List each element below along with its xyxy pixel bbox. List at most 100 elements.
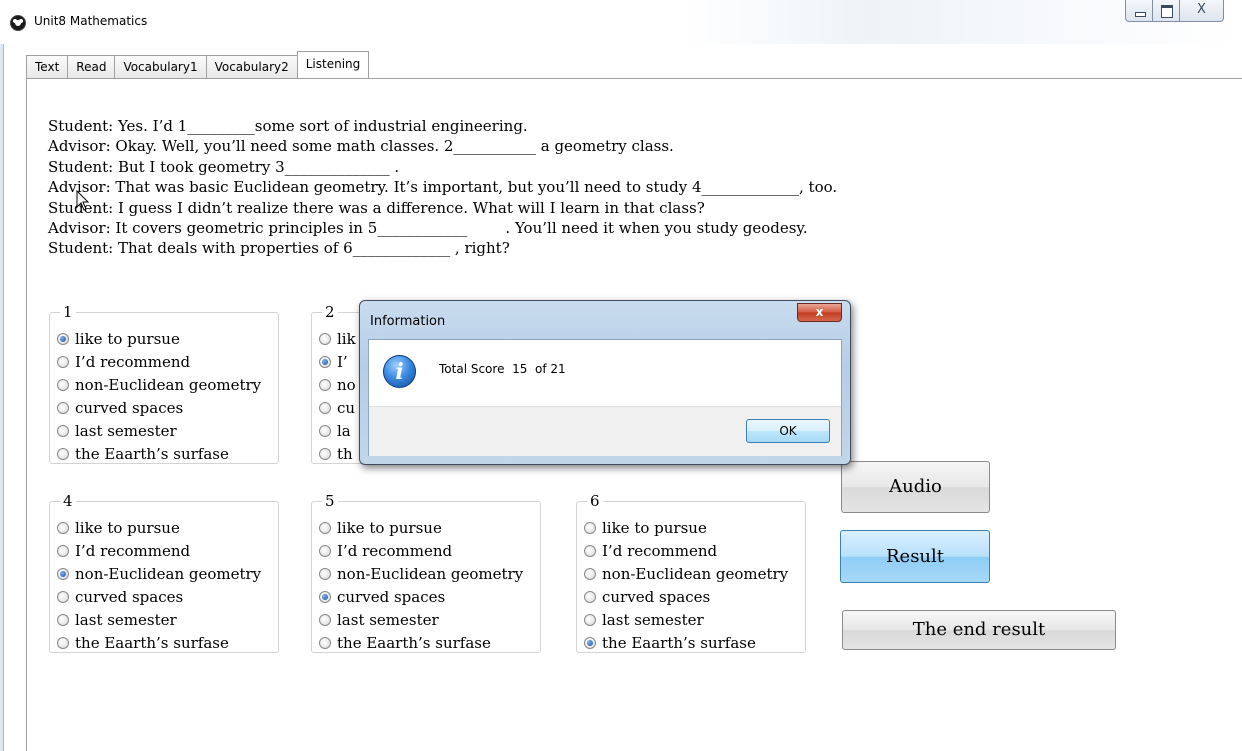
option-radio[interactable]: non-Euclidean geometry <box>57 565 261 583</box>
option-radio[interactable]: no <box>319 376 356 394</box>
passage-line: Student: I guess I didn’t realize there … <box>48 198 705 217</box>
tab-listening[interactable]: Listening <box>296 51 370 78</box>
radio-icon <box>57 568 69 580</box>
option-radio[interactable]: last semester <box>57 611 177 629</box>
maximize-icon[interactable] <box>1153 0 1180 22</box>
option-label: like to pursue <box>75 519 180 537</box>
minimize-icon[interactable] <box>1125 0 1153 22</box>
score-message: Total Score 15 of 21 <box>439 362 566 376</box>
option-radio[interactable]: the Eaarth’s surfase <box>319 634 491 652</box>
option-label: non-Euclidean geometry <box>337 565 524 583</box>
option-label: non-Euclidean geometry <box>75 565 262 583</box>
end-result-button[interactable]: The end result <box>842 610 1116 650</box>
option-radio[interactable]: th <box>319 445 353 463</box>
option-radio[interactable]: non-Euclidean geometry <box>57 376 261 394</box>
question-group-6: 6 like to pursue I’d recommend non-Eucli… <box>576 492 806 653</box>
option-label: last semester <box>75 422 177 440</box>
close-icon: X <box>1197 2 1206 17</box>
dialog-title: Information <box>370 314 446 329</box>
radio-icon <box>57 425 69 437</box>
option-label: I’d recommend <box>337 542 453 560</box>
radio-icon <box>319 568 331 580</box>
option-label: like to pursue <box>337 519 442 537</box>
result-button[interactable]: Result <box>840 530 990 583</box>
option-label: curved spaces <box>337 588 446 606</box>
option-radio[interactable]: curved spaces <box>584 588 710 606</box>
option-label: lik <box>337 330 356 348</box>
title-bar: Unit8 Mathematics X <box>0 0 1242 44</box>
option-radio[interactable]: cu <box>319 399 355 417</box>
radio-icon <box>584 568 596 580</box>
option-radio[interactable]: non-Euclidean geometry <box>319 565 523 583</box>
option-radio[interactable]: I’d recommend <box>319 542 452 560</box>
option-radio[interactable]: non-Euclidean geometry <box>584 565 788 583</box>
option-label: I’d recommend <box>75 542 191 560</box>
option-radio[interactable]: last semester <box>319 611 439 629</box>
option-radio[interactable]: like to pursue <box>57 519 180 537</box>
radio-icon <box>57 545 69 557</box>
option-radio[interactable]: like to pursue <box>319 519 442 537</box>
option-radio[interactable]: lik <box>319 330 356 348</box>
dialogue-passage: Student: Yes. I’d 1_________some sort of… <box>48 116 837 259</box>
option-radio[interactable]: like to pursue <box>57 330 180 348</box>
option-label: no <box>337 376 356 394</box>
radio-icon <box>319 379 331 391</box>
radio-icon <box>319 522 331 534</box>
group-label: 6 <box>587 492 603 510</box>
option-radio[interactable]: I’d recommend <box>57 353 190 371</box>
radio-icon <box>57 448 69 460</box>
dialog-body: i Total Score 15 of 21 OK <box>368 339 842 456</box>
option-radio[interactable]: I’d recommend <box>584 542 717 560</box>
close-window-button[interactable]: X <box>1180 0 1224 22</box>
option-label: cu <box>337 399 356 417</box>
question-group-4: 4 like to pursue I’d recommend non-Eucli… <box>49 492 279 653</box>
option-label: like to pursue <box>602 519 707 537</box>
option-label: non-Euclidean geometry <box>602 565 789 583</box>
option-radio[interactable]: curved spaces <box>57 588 183 606</box>
ok-button[interactable]: OK <box>746 419 830 443</box>
passage-line: Advisor: It covers geometric principles … <box>48 219 808 238</box>
radio-icon <box>319 614 331 626</box>
option-radio[interactable]: last semester <box>584 611 704 629</box>
option-radio[interactable]: the Eaarth’s surfase <box>57 634 229 652</box>
passage-line: Advisor: Okay. Well, you’ll need some ma… <box>48 137 674 156</box>
window-controls: X <box>1125 0 1224 22</box>
option-radio[interactable]: like to pursue <box>584 519 707 537</box>
radio-icon <box>319 425 331 437</box>
option-radio[interactable]: la <box>319 422 351 440</box>
option-radio[interactable]: I’ <box>319 353 348 371</box>
radio-icon <box>57 614 69 626</box>
audio-button[interactable]: Audio <box>841 461 990 513</box>
passage-line: Student: Yes. I’d 1_________some sort of… <box>48 117 528 135</box>
option-label: the Eaarth’s surfase <box>602 634 756 652</box>
option-label: I’ <box>337 353 348 371</box>
radio-icon <box>319 333 331 345</box>
option-label: th <box>337 445 353 463</box>
option-radio[interactable]: I’d recommend <box>57 542 190 560</box>
option-radio[interactable]: curved spaces <box>57 399 183 417</box>
tab-vocabulary1[interactable]: Vocabulary1 <box>114 55 207 78</box>
radio-icon <box>57 356 69 368</box>
passage-line: Student: That deals with properties of 6… <box>48 239 510 258</box>
radio-icon <box>319 591 331 603</box>
option-radio[interactable]: last semester <box>57 422 177 440</box>
option-label: last semester <box>337 611 439 629</box>
tab-text[interactable]: Text <box>26 55 69 78</box>
radio-icon <box>319 448 331 460</box>
radio-icon <box>584 614 596 626</box>
radio-icon <box>584 591 596 603</box>
option-radio[interactable]: the Eaarth’s surfase <box>584 634 756 652</box>
option-radio[interactable]: the Eaarth’s surfase <box>57 445 229 463</box>
question-group-5: 5 like to pursue I’d recommend non-Eucli… <box>311 492 541 653</box>
dialog-footer: OK <box>369 406 841 456</box>
radio-icon <box>319 545 331 557</box>
option-radio[interactable]: curved spaces <box>319 588 445 606</box>
tab-read[interactable]: Read <box>67 55 116 78</box>
group-label: 1 <box>60 303 76 321</box>
info-icon: i <box>383 355 416 388</box>
radio-icon <box>57 379 69 391</box>
option-label: curved spaces <box>602 588 711 606</box>
dialog-close-button[interactable]: x <box>797 303 842 322</box>
tab-vocabulary2[interactable]: Vocabulary2 <box>205 55 298 78</box>
radio-icon <box>584 522 596 534</box>
